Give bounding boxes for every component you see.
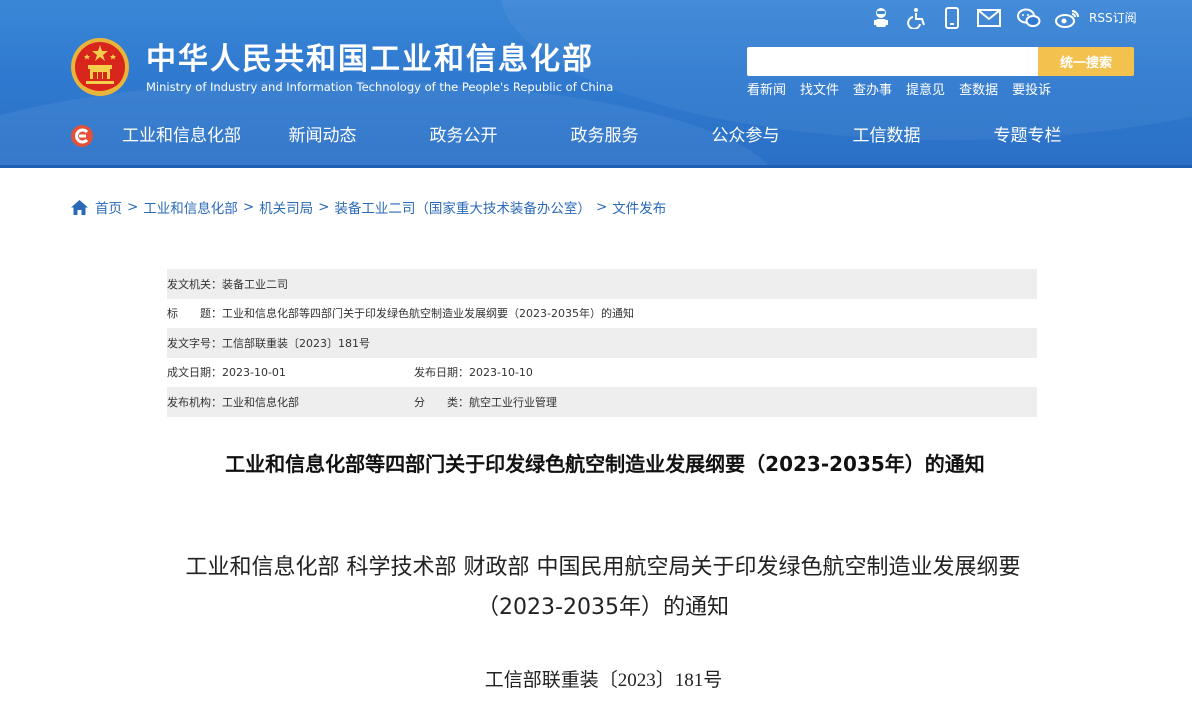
document-meta-table: 发文机关： 装备工业二司 标 题： 工业和信息化部等四部门关于印发绿色航空制造业… [167,269,1037,417]
mobile-icon[interactable] [942,6,962,30]
quick-link-files[interactable]: 找文件 [800,82,839,100]
meta-value: 2023-10-01 [222,365,286,379]
breadcrumb: 首页 > 工业和信息化部 > 机关司局 > 装备工业二司（国家重大技术装备办公室… [71,197,666,217]
quick-link-services[interactable]: 查办事 [853,82,892,100]
meta-value: 2023-10-10 [469,365,533,379]
nav-item-miit[interactable]: 工业和信息化部 [111,120,252,152]
meta-row-doc-no: 发文字号： 工信部联重装〔2023〕181号 [167,328,1037,358]
nav-item-data[interactable]: 工信数据 [816,120,957,152]
nav-item-gov-affairs[interactable]: 政务公开 [393,120,534,152]
quick-links: 看新闻 找文件 查办事 提意见 查数据 要投诉 [747,82,1065,100]
meta-label: 成文日期： [167,366,222,380]
weibo-icon[interactable] [1053,6,1081,30]
accessibility-icon[interactable] [906,6,928,30]
header-divider [0,165,1192,168]
nav-item-gov-services[interactable]: 政务服务 [534,120,675,152]
meta-row-title: 标 题： 工业和信息化部等四部门关于印发绿色航空制造业发展纲要（2023-203… [167,299,1037,329]
home-icon[interactable] [71,199,88,215]
meta-value: 工业和信息化部等四部门关于印发绿色航空制造业发展纲要（2023-2035年）的通… [222,307,634,321]
meta-value: 航空工业行业管理 [469,395,557,409]
document-title: 工业和信息化部 科学技术部 财政部 中国民用航空局关于印发绿色航空制造业发展纲要… [185,555,1021,620]
breadcrumb-separator: > [318,199,330,215]
nav-item-topics[interactable]: 专题专栏 [957,120,1098,152]
breadcrumb-miit[interactable]: 工业和信息化部 [143,197,238,217]
main-nav: 工业和信息化部 新闻动态 政务公开 政务服务 公众参与 工信数据 专题专栏 [111,120,1098,152]
breadcrumb-departments[interactable]: 机关司局 [259,197,313,217]
wechat-icon[interactable] [1016,6,1042,30]
breadcrumb-separator: > [127,199,139,215]
meta-value: 工业和信息化部 [222,395,299,409]
breadcrumb-home[interactable]: 首页 [95,197,122,217]
document-number: 工信部联重装〔2023〕181号 [484,670,723,691]
breadcrumb-separator: > [242,199,255,215]
national-emblem-icon[interactable] [70,37,130,99]
meta-row-dates: 成文日期： 2023-10-01 发布日期： 2023-10-10 [167,358,1037,388]
search-input[interactable] [747,47,1038,76]
nav-item-news[interactable]: 新闻动态 [252,120,393,152]
meta-value: 装备工业二司 [222,277,288,291]
breadcrumb-separator: > [595,199,608,215]
quick-link-feedback[interactable]: 提意见 [906,82,945,100]
rss-link[interactable]: RSS订阅 [1089,9,1137,26]
article-main-title: 工业和信息化部等四部门关于印发绿色航空制造业发展纲要（2023-2035年）的通… [225,452,985,476]
breadcrumb-file-release[interactable]: 文件发布 [612,197,666,217]
mail-icon[interactable] [976,6,1002,30]
site-header: 中华人民共和国工业和信息化部 Ministry of Industry and … [0,0,1192,168]
home-logo-icon[interactable] [70,124,94,148]
meta-row-issuer: 发文机关： 装备工业二司 [167,269,1037,299]
site-subtitle: Ministry of Industry and Information Tec… [146,80,614,94]
nav-item-participation[interactable]: 公众参与 [675,120,816,152]
site-title[interactable]: 中华人民共和国工业和信息化部 [146,42,594,78]
meta-row-org-category: 发布机构： 工业和信息化部 分 类： 航空工业行业管理 [167,387,1037,417]
quick-link-data[interactable]: 查数据 [959,82,998,100]
meta-label: 标 题： [167,307,222,321]
meta-value: 工信部联重装〔2023〕181号 [222,336,370,350]
meta-label: 发文机关： [167,277,222,291]
meta-label: 分 类： [414,395,469,409]
meta-label: 发文字号： [167,336,222,350]
meta-label: 发布日期： [414,366,469,380]
breadcrumb-equipment-dept[interactable]: 装备工业二司（国家重大技术装备办公室） [334,197,591,217]
robot-icon[interactable] [871,6,891,30]
quick-link-news[interactable]: 看新闻 [747,82,786,100]
search-button[interactable]: 统一搜索 [1038,47,1134,76]
meta-label: 发布机构： [167,395,222,409]
quick-link-complaint[interactable]: 要投诉 [1012,82,1051,100]
